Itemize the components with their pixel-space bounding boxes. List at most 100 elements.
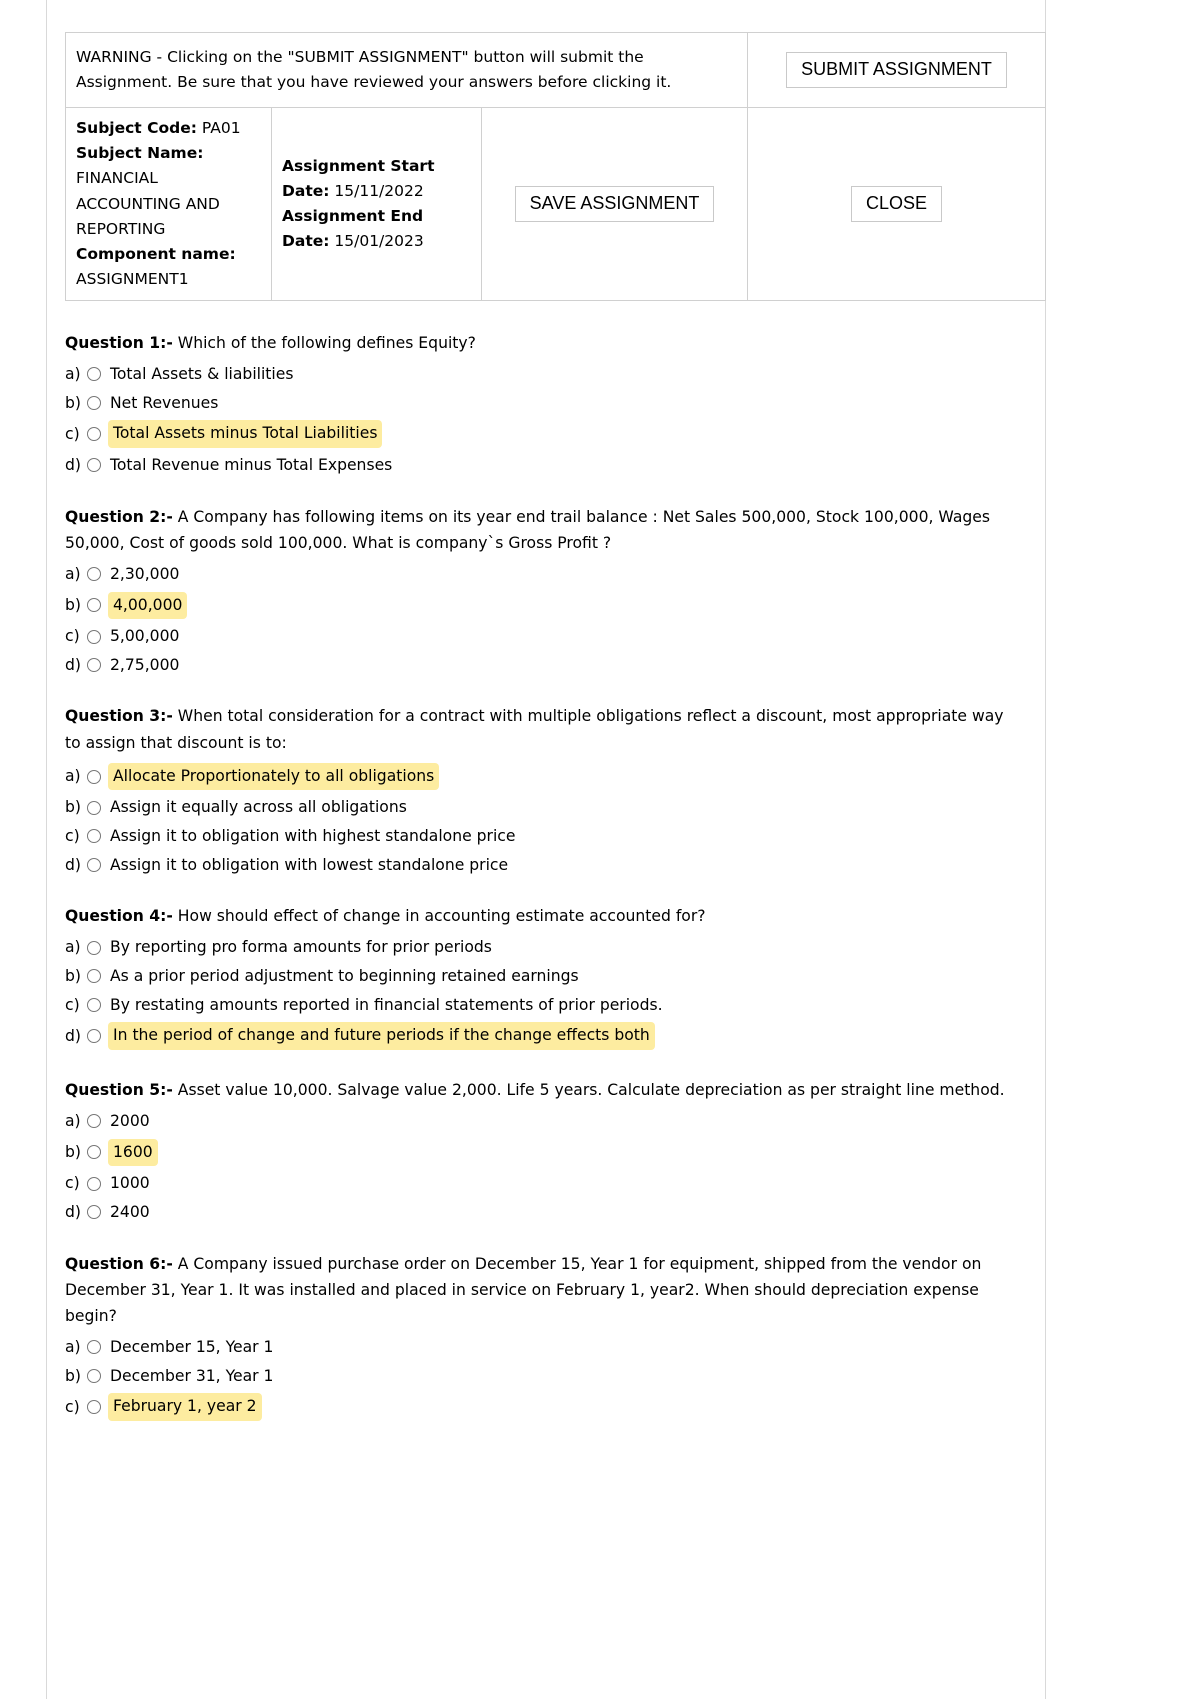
option-label-highlighted: In the period of change and future perio…: [108, 1022, 655, 1050]
close-button[interactable]: CLOSE: [851, 185, 943, 223]
option-radio-button[interactable]: [87, 940, 101, 955]
option-label: 2,30,000: [110, 565, 180, 583]
warning-cell: WARNING - Clicking on the "SUBMIT ASSIGN…: [64, 31, 749, 109]
option-letter: c): [65, 827, 80, 846]
option-row[interactable]: d) 2400: [65, 1201, 1020, 1224]
option-label-highlighted: February 1, year 2: [108, 1393, 262, 1421]
option-label: 5,00,000: [110, 627, 180, 646]
option-row[interactable]: c) Total Assets minus Total Liabilities: [65, 420, 1020, 449]
question-text: Question 6:- A Company issued purchase o…: [65, 1251, 1020, 1330]
option-row[interactable]: c) 5,00,000: [65, 625, 1020, 648]
question-text: Question 4:- How should effect of change…: [65, 903, 1020, 929]
subject-code-value: PA01: [201, 119, 241, 138]
option-radio-button[interactable]: [87, 427, 101, 442]
option-row[interactable]: d) Total Revenue minus Total Expenses: [65, 454, 1020, 477]
option-row[interactable]: d) Assign it to obligation with lowest st…: [65, 854, 1020, 877]
option-row[interactable]: a) By reporting pro forma amounts for pri…: [65, 936, 1020, 959]
assignment-header-table: WARNING - Clicking on the "SUBMIT ASSIGN…: [64, 31, 1047, 301]
option-label: Assign it to obligation with highest sta…: [110, 827, 516, 846]
question-text: Question 2:- A Company has following ite…: [65, 504, 1020, 556]
option-row[interactable]: a) December 15, Year 1: [65, 1336, 1020, 1359]
option-label: By restating amounts reported in financi…: [110, 995, 663, 1014]
option-radio-button[interactable]: [87, 629, 101, 644]
option-radio-button[interactable]: [87, 1114, 101, 1129]
option-letter: d): [65, 855, 81, 874]
option-label: Total Revenue minus Total Expenses: [110, 456, 393, 475]
option-letter: c): [65, 1397, 80, 1416]
question-text: Question 3:- When total consideration fo…: [65, 703, 1020, 755]
option-row[interactable]: a) 2000: [65, 1110, 1020, 1133]
option-radio-button[interactable]: [87, 1029, 101, 1044]
option-label: 2400: [110, 1202, 150, 1221]
option-letter: b): [65, 967, 81, 986]
option-radio-button[interactable]: [87, 800, 101, 815]
option-letter: d): [65, 1202, 81, 1221]
question-text: Question 1:- Which of the following defi…: [65, 330, 1020, 356]
option-row[interactable]: b) 4,00,000: [65, 591, 1020, 620]
option-row[interactable]: b) December 31, Year 1: [65, 1365, 1020, 1388]
option-letter: d): [65, 456, 81, 475]
option-letter: a): [65, 565, 81, 583]
question-body: A Company has following items on its yea…: [65, 507, 990, 552]
question-block: Question 2:- A Company has following ite…: [65, 504, 1020, 677]
option-letter: b): [65, 596, 81, 615]
subject-name-label: Subject Name:: [76, 144, 204, 163]
end-date-value: 15/01/2023: [334, 232, 424, 251]
option-letter: c): [65, 424, 80, 443]
option-row[interactable]: d) In the period of change and future per…: [65, 1022, 1020, 1050]
option-letter: b): [65, 798, 81, 817]
question-block: Question 4:- How should effect of change…: [65, 903, 1020, 1050]
option-row[interactable]: a) Allocate Proportionately to all obliga…: [65, 762, 1020, 791]
option-label-highlighted: 4,00,000: [108, 591, 188, 620]
option-radio-button[interactable]: [87, 567, 101, 582]
option-label: Assign it to obligation with lowest stan…: [110, 855, 509, 874]
option-row[interactable]: b) Assign it equally across all obligatio…: [65, 796, 1020, 819]
option-letter: a): [65, 365, 81, 384]
option-radio-button[interactable]: [87, 969, 101, 984]
option-radio-button[interactable]: [87, 658, 101, 673]
question-body: How should effect of change in accountin…: [177, 907, 706, 926]
option-row[interactable]: a) Total Assets & liabilities: [65, 363, 1020, 386]
option-radio-button[interactable]: [87, 857, 101, 872]
option-row[interactable]: c) February 1, year 2: [65, 1393, 1020, 1421]
header-info-row: Subject Code: PA01 Subject Name: FINANCI…: [65, 107, 1047, 301]
option-radio-button[interactable]: [87, 1400, 101, 1415]
option-radio-button[interactable]: [87, 1205, 101, 1220]
option-radio-button[interactable]: [87, 598, 101, 613]
option-radio-button[interactable]: [87, 829, 101, 844]
option-radio-button[interactable]: [87, 997, 101, 1012]
option-label: December 31, Year 1: [110, 1366, 274, 1385]
save-assignment-button[interactable]: SAVE ASSIGNMENT: [514, 185, 715, 223]
option-letter: d): [65, 655, 81, 674]
option-letter: c): [65, 995, 80, 1014]
option-radio-button[interactable]: [87, 1368, 101, 1383]
question-number: Question 1:-: [65, 334, 173, 352]
option-row[interactable]: b) Net Revenues: [65, 392, 1020, 415]
option-radio-button[interactable]: [87, 396, 101, 411]
option-radio-button[interactable]: [87, 1176, 101, 1191]
question-block: Question 3:- When total consideration fo…: [65, 703, 1020, 876]
question-number: Question 3:-: [65, 707, 173, 726]
option-row[interactable]: b) 1600: [65, 1138, 1020, 1167]
option-radio-button[interactable]: [87, 367, 101, 382]
question-block: Question 6:- A Company issued purchase o…: [65, 1251, 1020, 1421]
option-row[interactable]: d) 2,75,000: [65, 654, 1020, 677]
option-label: December 15, Year 1: [110, 1338, 274, 1357]
header-warning-row: WARNING - Clicking on the "SUBMIT ASSIGN…: [64, 31, 1047, 109]
option-radio-button[interactable]: [87, 769, 101, 784]
option-label: Total Assets & liabilities: [110, 365, 294, 384]
option-row[interactable]: c) By restating amounts reported in finan…: [65, 994, 1020, 1017]
option-label: 2000: [110, 1112, 150, 1131]
option-row[interactable]: c) 1000: [65, 1172, 1020, 1195]
option-letter: a): [65, 938, 81, 957]
option-label: Assign it equally across all obligations: [110, 798, 407, 817]
option-row[interactable]: b) As a prior period adjustment to beginn…: [65, 965, 1020, 988]
option-row[interactable]: c) Assign it to obligation with highest s…: [65, 825, 1020, 848]
question-number: Question 4:-: [65, 907, 173, 926]
option-radio-button[interactable]: [87, 1145, 101, 1160]
option-radio-button[interactable]: [87, 1340, 101, 1355]
option-row[interactable]: a) 2,30,000: [65, 563, 1020, 586]
submit-assignment-button[interactable]: SUBMIT ASSIGNMENT: [786, 51, 1007, 89]
option-radio-button[interactable]: [87, 458, 101, 473]
option-letter: a): [65, 767, 81, 786]
